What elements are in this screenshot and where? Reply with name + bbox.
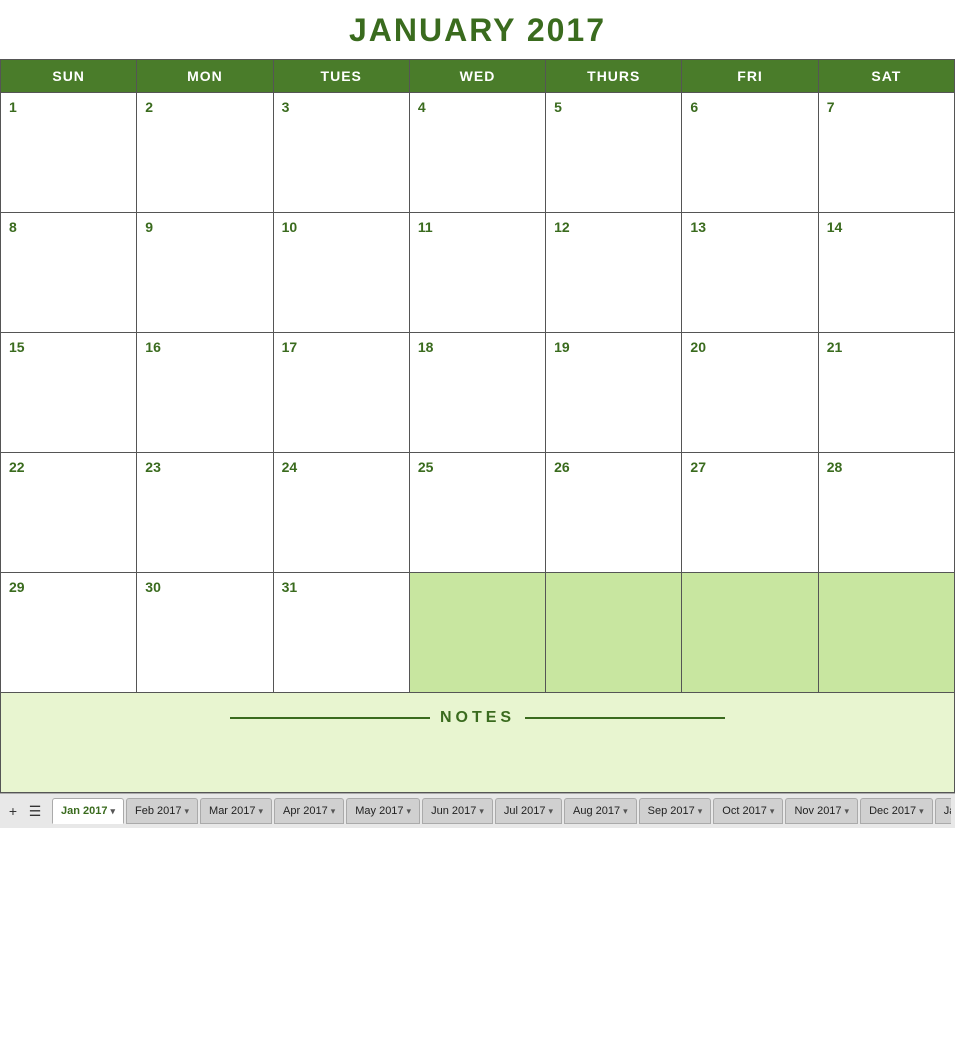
calendar-day-cell[interactable] bbox=[409, 573, 545, 693]
sheet-tab-may-2017[interactable]: May 2017 ▾ bbox=[346, 798, 420, 824]
calendar-day-cell[interactable] bbox=[546, 573, 682, 693]
calendar-day-cell[interactable] bbox=[818, 573, 954, 693]
day-header-tues: TUES bbox=[273, 60, 409, 93]
menu-icon[interactable]: ☰ bbox=[26, 802, 44, 820]
calendar-day-cell[interactable]: 20 bbox=[682, 333, 818, 453]
sheet-tab-dropdown-arrow[interactable]: ▾ bbox=[479, 806, 484, 817]
sheet-tab-jun-2017[interactable]: Jun 2017▾ bbox=[422, 798, 493, 824]
calendar-day-cell[interactable]: 12 bbox=[546, 213, 682, 333]
sheet-tab-label: May 2017 bbox=[355, 805, 403, 817]
sheet-tab-label: Dec 2017 bbox=[869, 805, 916, 817]
calendar-day-cell[interactable]: 10 bbox=[273, 213, 409, 333]
day-header-wed: WED bbox=[409, 60, 545, 93]
sheet-tab-dropdown-arrow[interactable]: ▾ bbox=[698, 806, 703, 817]
calendar-day-cell[interactable]: 8 bbox=[1, 213, 137, 333]
sheet-tab-label: Apr 2017 bbox=[283, 805, 328, 817]
day-header-fri: FRI bbox=[682, 60, 818, 93]
sheet-tabs-container: Jan 2017▾Feb 2017▾Mar 2017▾Apr 2017▾May … bbox=[52, 798, 951, 824]
sheet-tab-dropdown-arrow[interactable]: ▾ bbox=[407, 806, 412, 817]
sheet-tab-jan-2018[interactable]: Jan 2018▾ bbox=[935, 798, 951, 824]
calendar-day-cell[interactable]: 2 bbox=[137, 93, 273, 213]
sheet-tab-dropdown-arrow[interactable]: ▾ bbox=[548, 806, 553, 817]
calendar-day-cell[interactable]: 11 bbox=[409, 213, 545, 333]
calendar-day-cell[interactable]: 29 bbox=[1, 573, 137, 693]
sheet-tab-mar-2017[interactable]: Mar 2017 ▾ bbox=[200, 798, 272, 824]
sheet-tab-dropdown-arrow[interactable]: ▾ bbox=[623, 806, 628, 817]
sheet-tab-label: Sep 2017 bbox=[648, 805, 695, 817]
sheet-tab-dropdown-arrow[interactable]: ▾ bbox=[770, 806, 775, 817]
calendar-day-cell[interactable]: 31 bbox=[273, 573, 409, 693]
days-header-row: SUNMONTUESWEDTHURSFRISAT bbox=[1, 60, 955, 93]
calendar-day-cell[interactable]: 15 bbox=[1, 333, 137, 453]
day-header-sat: SAT bbox=[818, 60, 954, 93]
calendar-day-cell[interactable]: 3 bbox=[273, 93, 409, 213]
sheet-tab-dropdown-arrow[interactable]: ▾ bbox=[110, 806, 115, 817]
calendar-title: JANUARY 2017 bbox=[0, 0, 955, 59]
calendar-day-cell[interactable]: 25 bbox=[409, 453, 545, 573]
calendar-day-cell[interactable]: 24 bbox=[273, 453, 409, 573]
calendar-day-cell[interactable]: 14 bbox=[818, 213, 954, 333]
calendar-day-cell[interactable]: 7 bbox=[818, 93, 954, 213]
calendar-container: JANUARY 2017 SUNMONTUESWEDTHURSFRISAT 12… bbox=[0, 0, 955, 793]
sheet-tab-label: Jul 2017 bbox=[504, 805, 546, 817]
calendar-day-cell[interactable]: 21 bbox=[818, 333, 954, 453]
sheet-tab-label: Feb 2017 bbox=[135, 805, 181, 817]
sheet-tab-dropdown-arrow[interactable]: ▾ bbox=[185, 806, 190, 817]
tab-bar-icons: + ☰ bbox=[4, 802, 44, 820]
sheet-tab-dropdown-arrow[interactable]: ▾ bbox=[331, 806, 336, 817]
calendar-week-row: 22232425262728 bbox=[1, 453, 955, 573]
notes-row: NOTES bbox=[1, 693, 955, 793]
calendar-week-row: 891011121314 bbox=[1, 213, 955, 333]
calendar-day-cell[interactable]: 26 bbox=[546, 453, 682, 573]
calendar-day-cell[interactable]: 30 bbox=[137, 573, 273, 693]
tab-bar: + ☰ Jan 2017▾Feb 2017▾Mar 2017▾Apr 2017▾… bbox=[0, 793, 955, 828]
calendar-day-cell[interactable]: 27 bbox=[682, 453, 818, 573]
sheet-tab-dec-2017[interactable]: Dec 2017▾ bbox=[860, 798, 933, 824]
calendar-day-cell[interactable]: 17 bbox=[273, 333, 409, 453]
notes-label: NOTES bbox=[9, 709, 946, 727]
calendar-day-cell[interactable]: 5 bbox=[546, 93, 682, 213]
day-header-sun: SUN bbox=[1, 60, 137, 93]
calendar-day-cell[interactable]: 28 bbox=[818, 453, 954, 573]
calendar-day-cell[interactable]: 4 bbox=[409, 93, 545, 213]
sheet-tab-oct-2017[interactable]: Oct 2017▾ bbox=[713, 798, 783, 824]
add-sheet-icon[interactable]: + bbox=[4, 802, 22, 820]
calendar-grid: SUNMONTUESWEDTHURSFRISAT 123456789101112… bbox=[0, 59, 955, 793]
calendar-day-cell[interactable]: 13 bbox=[682, 213, 818, 333]
calendar-day-cell[interactable]: 16 bbox=[137, 333, 273, 453]
calendar-week-row: 1234567 bbox=[1, 93, 955, 213]
calendar-week-row: 15161718192021 bbox=[1, 333, 955, 453]
sheet-tab-dropdown-arrow[interactable]: ▾ bbox=[919, 806, 924, 817]
sheet-tab-dropdown-arrow[interactable]: ▾ bbox=[259, 806, 264, 817]
calendar-day-cell[interactable] bbox=[682, 573, 818, 693]
sheet-tab-label: Jun 2017 bbox=[431, 805, 476, 817]
sheet-tab-nov-2017[interactable]: Nov 2017 ▾ bbox=[785, 798, 858, 824]
calendar-day-cell[interactable]: 6 bbox=[682, 93, 818, 213]
sheet-tab-aug-2017[interactable]: Aug 2017▾ bbox=[564, 798, 637, 824]
calendar-day-cell[interactable]: 19 bbox=[546, 333, 682, 453]
day-header-thurs: THURS bbox=[546, 60, 682, 93]
sheet-tab-jul-2017[interactable]: Jul 2017▾ bbox=[495, 798, 562, 824]
calendar-day-cell[interactable]: 18 bbox=[409, 333, 545, 453]
calendar-day-cell[interactable]: 22 bbox=[1, 453, 137, 573]
day-header-mon: MON bbox=[137, 60, 273, 93]
sheet-tab-label: Jan 2017 bbox=[61, 805, 107, 817]
sheet-tab-feb-2017[interactable]: Feb 2017 ▾ bbox=[126, 798, 198, 824]
calendar-day-cell[interactable]: 1 bbox=[1, 93, 137, 213]
sheet-tab-jan-2017[interactable]: Jan 2017▾ bbox=[52, 798, 124, 824]
sheet-tab-dropdown-arrow[interactable]: ▾ bbox=[845, 806, 850, 817]
sheet-tab-label: Nov 2017 bbox=[794, 805, 841, 817]
calendar-day-cell[interactable]: 9 bbox=[137, 213, 273, 333]
calendar-day-cell[interactable]: 23 bbox=[137, 453, 273, 573]
sheet-tab-label: Aug 2017 bbox=[573, 805, 620, 817]
sheet-tab-label: Mar 2017 bbox=[209, 805, 255, 817]
sheet-tab-label: Oct 2017 bbox=[722, 805, 767, 817]
sheet-tab-label: Jan 2018 bbox=[944, 805, 951, 817]
notes-cell[interactable]: NOTES bbox=[1, 693, 955, 793]
sheet-tab-sep-2017[interactable]: Sep 2017▾ bbox=[639, 798, 712, 824]
sheet-tab-apr-2017[interactable]: Apr 2017▾ bbox=[274, 798, 344, 824]
calendar-week-row: 293031 bbox=[1, 573, 955, 693]
